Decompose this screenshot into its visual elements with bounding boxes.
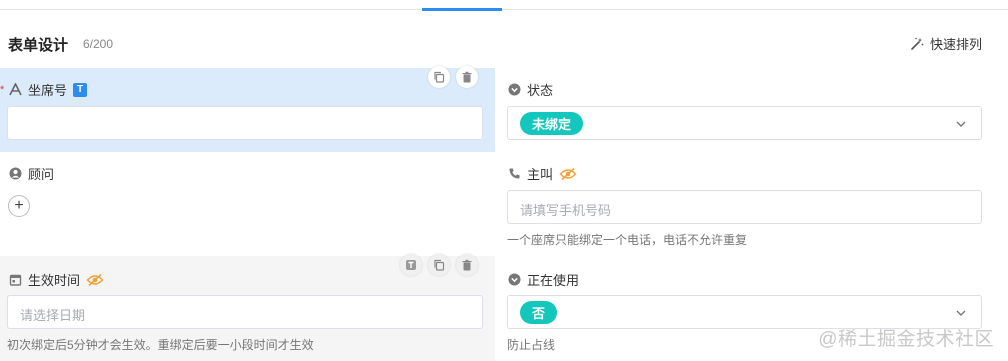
text-type-badge: T bbox=[73, 82, 88, 97]
quick-sort-label: 快速排列 bbox=[929, 37, 982, 52]
in-use-tag: 否 bbox=[520, 301, 558, 324]
field-effective-time[interactable]: 生效时间 请选择日期 初次绑定后5分钟才会生效。重绑定后要一小段时间才生效 bbox=[0, 254, 495, 361]
dropdown-circle-icon bbox=[508, 83, 521, 96]
caller-placeholder: 请填写手机号码 bbox=[520, 203, 612, 218]
phone-icon bbox=[508, 167, 521, 180]
watermark: @稀土掘金技术社区 bbox=[818, 329, 994, 350]
status-select[interactable]: 未绑定 bbox=[507, 106, 982, 140]
status-tag: 未绑定 bbox=[520, 112, 584, 135]
effective-time-label: 生效时间 bbox=[28, 273, 81, 288]
eye-off-icon bbox=[86, 273, 104, 287]
copy-field-button[interactable] bbox=[428, 66, 450, 88]
in-use-help-text: 防止占线 bbox=[507, 338, 556, 352]
user-circle-icon bbox=[9, 167, 22, 180]
field-caller[interactable]: 主叫 请填写手机号码 一个座席只能绑定一个电话，电话不允许重复 bbox=[500, 152, 1000, 252]
in-use-label: 正在使用 bbox=[527, 273, 580, 288]
advisor-label-row: 顾问 bbox=[9, 164, 54, 183]
trash-icon bbox=[462, 259, 472, 271]
date-placeholder: 请选择日期 bbox=[20, 308, 86, 323]
add-advisor-button[interactable]: + bbox=[8, 195, 30, 217]
required-mark: * bbox=[0, 84, 5, 96]
seat-no-input[interactable] bbox=[7, 106, 483, 140]
text-type-button[interactable] bbox=[400, 254, 422, 276]
text-field-icon bbox=[9, 83, 22, 96]
status-label: 状态 bbox=[527, 83, 554, 98]
field-status[interactable]: 状态 未绑定 bbox=[500, 68, 1000, 152]
caller-phone-input[interactable]: 请填写手机号码 bbox=[507, 190, 982, 224]
top-border bbox=[0, 0, 1008, 10]
chevron-down-icon bbox=[955, 306, 967, 324]
effective-time-help-text: 初次绑定后5分钟才会生效。重绑定后要一小段时间才生效 bbox=[7, 338, 314, 352]
page-title: 表单设计 bbox=[8, 37, 69, 54]
form-header: 表单设计 6/200 快速排列 bbox=[0, 28, 1008, 60]
field-seat-no[interactable]: * 坐席号 T bbox=[0, 66, 495, 152]
field-advisor[interactable]: 顾问 + bbox=[0, 152, 495, 252]
in-use-label-row: 正在使用 bbox=[508, 270, 579, 289]
date-picker-input[interactable]: 请选择日期 bbox=[7, 295, 483, 329]
eye-off-icon bbox=[559, 167, 577, 181]
copy-icon bbox=[434, 259, 445, 271]
seat-no-label: 坐席号 bbox=[28, 83, 68, 98]
caller-label: 主叫 bbox=[527, 167, 554, 182]
effective-time-label-row: 生效时间 bbox=[9, 270, 104, 289]
field-count: 6/200 bbox=[83, 37, 114, 51]
trash-icon bbox=[462, 71, 472, 83]
seat-no-label-row: 坐席号 T bbox=[9, 80, 88, 99]
text-type-icon bbox=[406, 260, 416, 270]
caller-help-text: 一个座席只能绑定一个电话，电话不允许重复 bbox=[507, 233, 748, 247]
delete-field-button[interactable] bbox=[456, 66, 478, 88]
delete-field-button[interactable] bbox=[456, 254, 478, 276]
advisor-label: 顾问 bbox=[28, 167, 55, 182]
active-tab-indicator bbox=[422, 8, 502, 11]
calendar-icon bbox=[9, 273, 22, 286]
copy-field-button[interactable] bbox=[428, 254, 450, 276]
caller-label-row: 主叫 bbox=[508, 164, 577, 183]
chevron-down-icon bbox=[955, 117, 967, 135]
dropdown-circle-icon bbox=[508, 273, 521, 286]
quick-sort-button[interactable]: 快速排列 bbox=[909, 34, 982, 53]
status-label-row: 状态 bbox=[508, 80, 553, 99]
magic-wand-icon bbox=[909, 36, 925, 52]
copy-icon bbox=[434, 71, 445, 83]
